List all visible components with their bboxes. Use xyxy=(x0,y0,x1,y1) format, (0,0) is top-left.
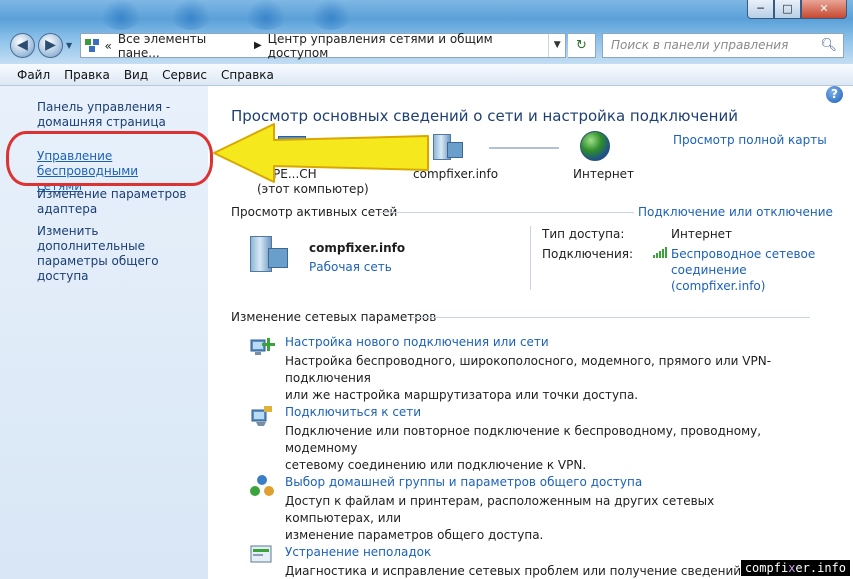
watermark-text: comp xyxy=(744,561,774,575)
address-bar[interactable]: « Все элементы пане... ▶ Центр управлени… xyxy=(80,32,566,60)
menu-edit[interactable]: Правка xyxy=(64,68,110,82)
refresh-icon: ↻ xyxy=(576,38,587,53)
address-dropdown-button[interactable]: ▼ xyxy=(548,34,565,57)
window-controls: ─ □ ✕ xyxy=(747,0,847,19)
aero-glass-glow xyxy=(310,0,352,30)
minimize-button[interactable]: ─ xyxy=(747,0,774,19)
troubleshoot-icon xyxy=(249,543,275,567)
sidebar-link-sharing[interactable]: Изменить дополнительные параметры общего… xyxy=(37,224,205,284)
sidebar-link-adapter[interactable]: Изменение параметров адаптера xyxy=(37,187,205,217)
item-desc-line: или же настройка маршрутизатора или точк… xyxy=(285,388,639,402)
sidebar-link-text: Изменить дополнительные xyxy=(37,224,145,253)
active-network-name: compfixer.info xyxy=(309,241,406,255)
annotation-arrow-icon xyxy=(213,123,429,183)
item-desc-line: Настройка беспроводного, широкополосного… xyxy=(285,354,772,385)
vertical-divider xyxy=(530,226,531,290)
back-button[interactable]: ◀ xyxy=(10,33,35,58)
connection-text: Беспроводное сетевое xyxy=(671,247,816,261)
aero-glass-glow xyxy=(100,0,142,30)
item-desc-line: изменение параметров общего доступа. xyxy=(285,528,544,542)
item-desc-line: сетевому соединению или подключение к VP… xyxy=(285,458,587,472)
access-type-value: Интернет xyxy=(671,227,733,241)
access-type-label: Тип доступа: xyxy=(542,227,625,241)
refresh-button[interactable]: ↻ xyxy=(568,33,596,58)
sidebar-link-text: Изменение параметров xyxy=(37,187,187,201)
menu-bar: Файл Правка Вид Сервис Справка xyxy=(0,64,853,86)
homegroup-desc: Доступ к файлам и принтерам, расположенн… xyxy=(285,493,805,544)
troubleshoot-desc: Диагностика и исправление сетевых пробле… xyxy=(285,563,805,579)
network-center-icon xyxy=(85,38,101,53)
connections-label: Подключения: xyxy=(542,247,634,261)
watermark: compfixer.info xyxy=(740,560,850,576)
connect-disconnect-link[interactable]: Подключение или отключение xyxy=(638,205,833,219)
breadcrumb-item[interactable]: Все элементы пане... xyxy=(118,32,248,60)
back-arrow-icon: ◀ xyxy=(17,37,28,53)
help-button[interactable]: ? xyxy=(826,86,843,103)
section-divider xyxy=(412,317,810,318)
connection-text: соединение xyxy=(671,263,747,277)
watermark-text: er.info xyxy=(795,561,846,575)
close-button[interactable]: ✕ xyxy=(801,0,847,19)
aero-glass-glow xyxy=(170,0,212,30)
menu-help[interactable]: Справка xyxy=(221,68,274,82)
help-icon: ? xyxy=(831,87,838,101)
breadcrumb-overflow[interactable]: « xyxy=(105,39,112,53)
active-networks-heading: Просмотр активных сетей xyxy=(231,205,398,219)
sidebar-link-text: Панель управления - xyxy=(37,100,171,114)
network-type-link[interactable]: Рабочая сеть xyxy=(309,260,392,274)
troubleshoot-link[interactable]: Устранение неполадок xyxy=(285,545,431,559)
search-icon[interactable]: 🔍︎ xyxy=(820,34,837,57)
menu-file[interactable]: Файл xyxy=(17,68,50,82)
connect-network-icon xyxy=(249,404,275,428)
breadcrumb-separator-icon[interactable]: ▶ xyxy=(254,40,262,51)
section-divider xyxy=(379,212,634,213)
forward-arrow-icon: ▶ xyxy=(45,37,56,53)
network-icon xyxy=(433,134,465,164)
watermark-text: fi xyxy=(773,561,789,575)
homegroup-link[interactable]: Выбор домашней группы и параметров общег… xyxy=(285,475,642,489)
sidebar-link-home[interactable]: Панель управления - домашняя страница xyxy=(37,100,205,130)
sidebar-link-text: адаптера xyxy=(37,202,98,216)
recent-pages-dropdown[interactable]: ▼ xyxy=(66,38,77,54)
homegroup-icon xyxy=(249,474,275,498)
connect-network-link[interactable]: Подключиться к сети xyxy=(285,405,421,419)
item-desc-line: Диагностика и исправление сетевых пробле… xyxy=(285,564,760,578)
full-map-link[interactable]: Просмотр полной карты xyxy=(673,133,827,147)
sidebar-link-text: параметры общего доступа xyxy=(37,254,159,283)
change-settings-heading: Изменение сетевых параметров xyxy=(231,310,437,324)
aero-glass-glow xyxy=(245,0,287,30)
annotation-circle xyxy=(6,131,213,186)
map-internet-label[interactable]: Интернет xyxy=(573,167,634,181)
forward-button[interactable]: ▶ xyxy=(38,33,63,58)
sidebar-link-text: домашняя страница xyxy=(37,115,166,129)
search-placeholder: Поиск в панели управления xyxy=(611,38,789,52)
internet-globe-icon xyxy=(580,131,610,161)
item-desc-line: Подключение или повторное подключение к … xyxy=(285,424,762,455)
new-connection-desc: Настройка беспроводного, широкополосного… xyxy=(285,353,805,404)
menu-tools[interactable]: Сервис xyxy=(162,68,207,82)
network-map-link-line xyxy=(489,147,559,149)
wifi-signal-icon xyxy=(653,246,667,258)
menu-view[interactable]: Вид xyxy=(124,68,148,82)
connect-network-desc: Подключение или повторное подключение к … xyxy=(285,423,805,474)
search-input[interactable]: Поиск в панели управления 🔍︎ xyxy=(602,33,844,58)
wireless-connection-link[interactable]: Беспроводное сетевое соединение (compfix… xyxy=(671,246,815,294)
connection-text: (compfixer.info) xyxy=(671,279,766,293)
active-network-icon xyxy=(250,234,290,274)
maximize-button[interactable]: □ xyxy=(774,0,801,19)
new-connection-link[interactable]: Настройка нового подключения или сети xyxy=(285,335,549,349)
new-connection-icon xyxy=(249,334,275,358)
breadcrumb-item[interactable]: Центр управления сетями и общим доступом xyxy=(268,32,549,60)
item-desc-line: Доступ к файлам и принтерам, расположенн… xyxy=(285,494,715,525)
computer-subtitle: (этот компьютер) xyxy=(257,182,369,196)
